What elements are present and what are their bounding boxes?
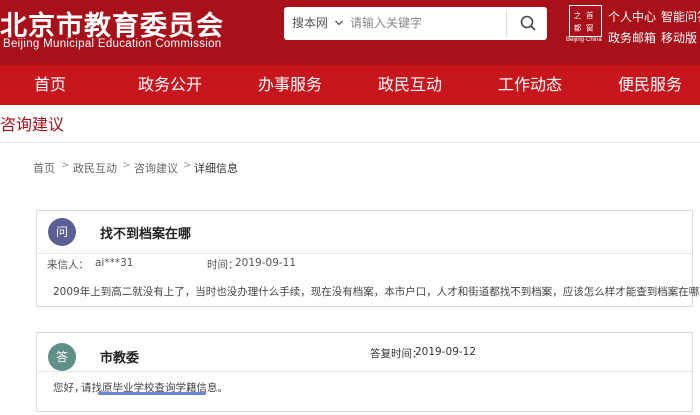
site-logo-english[interactable]: Beijing Municipal Education Commission xyxy=(3,38,222,50)
svg-text:窗: 窗 xyxy=(586,22,594,32)
search-scope-select[interactable]: 搜本网 xyxy=(292,7,328,40)
nav-item-convenience[interactable]: 便民服务 xyxy=(618,65,682,105)
search-button[interactable] xyxy=(510,7,547,40)
search-divider xyxy=(506,10,507,37)
header-link-personal-center[interactable]: 个人中心 xyxy=(608,8,656,25)
question-body: 2009年上到高二就没有上了，当时也没办理什么手续，现在没有档案，本市户口，人才… xyxy=(53,286,700,298)
answer-avatar: 答 xyxy=(48,343,76,371)
header-link-smart-qa[interactable]: 智能问答 xyxy=(661,8,700,25)
answer-time: 2019-09-12 xyxy=(415,346,477,358)
title-divider xyxy=(0,142,700,143)
question-avatar: 问 xyxy=(48,218,76,246)
responder-name: 市教委 xyxy=(100,351,140,366)
site-header: 北京市教育委员会 Beijing Municipal Education Com… xyxy=(0,0,700,64)
nav-item-home[interactable]: 首页 xyxy=(34,65,66,105)
breadcrumb-interaction[interactable]: 政民互动 xyxy=(73,160,117,176)
breadcrumb-separator: > xyxy=(122,160,131,171)
seal-caption: Beijing·China xyxy=(566,37,602,43)
page-title: 咨询建议 xyxy=(0,115,65,134)
header-link-gov-mail[interactable]: 政务邮箱 xyxy=(608,29,656,46)
breadcrumb-separator: > xyxy=(61,160,70,171)
question-divider xyxy=(37,253,692,254)
answer-greeting: 您好， xyxy=(53,382,85,394)
sender-label: 来信人： xyxy=(47,259,89,271)
nav-item-services[interactable]: 办事服务 xyxy=(258,65,322,105)
sender-name: ai***31 xyxy=(95,257,134,269)
breadcrumb-current: 详细信息 xyxy=(194,162,238,175)
breadcrumb-separator: > xyxy=(183,160,192,171)
nav-item-interaction[interactable]: 政民互动 xyxy=(378,65,442,105)
nav-item-gov-affairs[interactable]: 政务公开 xyxy=(138,65,202,105)
search-box: 搜本网 xyxy=(284,7,547,40)
search-icon[interactable] xyxy=(510,7,547,40)
question-time: 2019-09-11 xyxy=(235,257,297,269)
question-title: 找不到档案在哪 xyxy=(100,227,192,242)
breadcrumb-home[interactable]: 首页 xyxy=(33,160,55,176)
answer-divider xyxy=(37,371,692,372)
breadcrumb-consult[interactable]: 咨询建议 xyxy=(134,160,178,176)
svg-text:都: 都 xyxy=(574,23,582,32)
main-nav: 首页 政务公开 办事服务 政民互动 工作动态 便民服务 xyxy=(0,64,700,105)
answer-card: 答 市教委 答复时间： 2019-09-12 您好， 请找原毕业学校查询学籍信息… xyxy=(36,332,693,412)
search-input[interactable] xyxy=(350,12,500,34)
nav-item-news[interactable]: 工作动态 xyxy=(498,65,562,105)
svg-text:之: 之 xyxy=(574,10,582,20)
annotation-underline xyxy=(98,392,206,395)
svg-text:首: 首 xyxy=(586,10,594,20)
chevron-down-icon[interactable] xyxy=(334,18,344,28)
seal-logo: 之 首 都 窗 xyxy=(569,5,602,37)
header-link-mobile[interactable]: 移动版 xyxy=(661,29,697,46)
question-card: 问 找不到档案在哪 来信人： ai***31 时间： 2019-09-11 20… xyxy=(36,210,700,307)
question-time-label: 时间： xyxy=(207,259,239,271)
